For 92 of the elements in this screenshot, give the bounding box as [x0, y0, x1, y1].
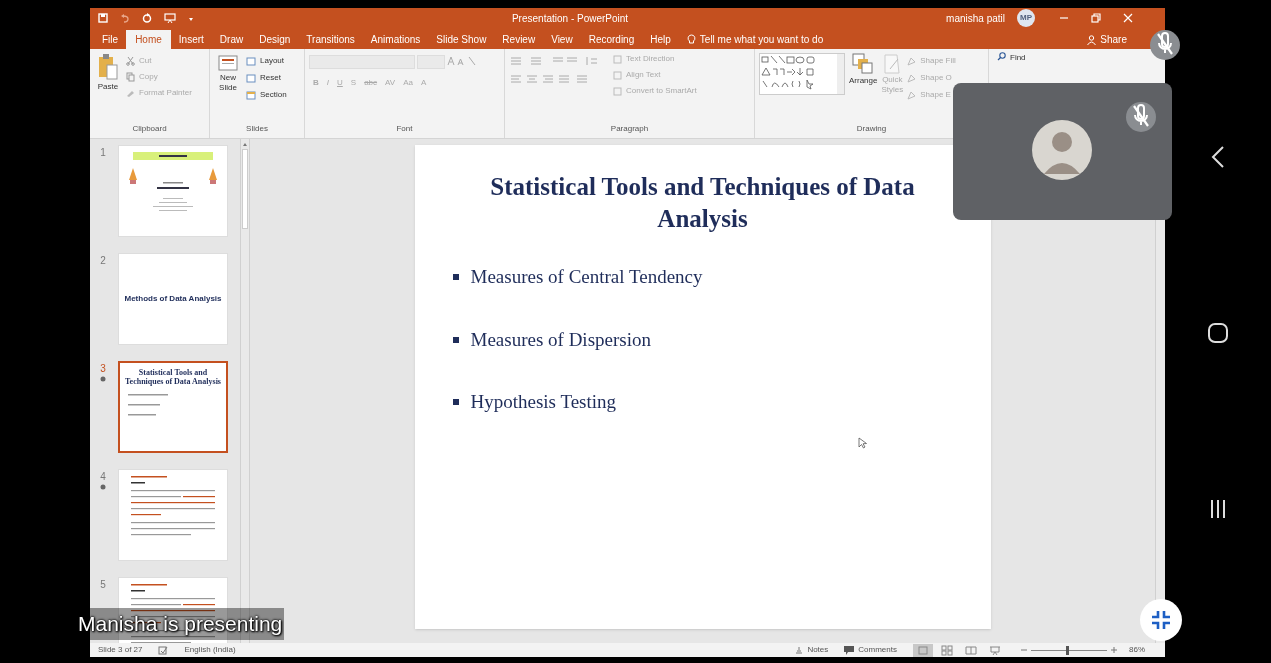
view-icon [989, 644, 1001, 656]
group-label: Font [395, 123, 414, 135]
zoom-in-icon[interactable] [1111, 647, 1117, 653]
group-label: Slides [245, 123, 269, 135]
arrange-icon[interactable] [852, 53, 875, 75]
restore-icon[interactable] [1091, 13, 1101, 23]
reset-icon [246, 73, 256, 83]
slide-number: 1 [100, 146, 106, 160]
presentation-icon[interactable] [164, 13, 176, 23]
thumbnail-title: Statistical Tools and Techniques of Data Analysis [124, 367, 222, 386]
avatar-silhouette-icon [1032, 118, 1092, 182]
font-size-icon [447, 55, 477, 67]
window-title: Presentation - PowerPoint [510, 11, 630, 26]
ribbon-tab[interactable]: Draw [211, 30, 252, 49]
save-icon[interactable] [98, 13, 108, 23]
ribbon-tab[interactable]: Design [251, 30, 299, 49]
tell-me-field[interactable]: Tell me what you want to do [699, 32, 824, 47]
copy-icon [126, 72, 135, 82]
ribbon-tab[interactable]: Slide Show [428, 30, 495, 49]
recent-apps-icon[interactable] [1209, 498, 1227, 521]
notes-button[interactable]: Notes [807, 644, 829, 656]
home-icon[interactable] [1207, 322, 1229, 345]
bullet-icon [452, 274, 459, 281]
find-button[interactable]: Find [1010, 52, 1026, 64]
brush-icon [126, 88, 135, 98]
bullet-lines-drawing [128, 394, 168, 416]
lightbulb-icon [686, 34, 696, 45]
ribbon-tab[interactable]: Recording [580, 30, 643, 49]
view-button[interactable] [913, 643, 933, 657]
slide-number: 5 [100, 578, 106, 592]
paste-button[interactable]: Paste [97, 81, 119, 93]
group-label: Clipboard [131, 123, 168, 135]
zoom-level: 86% [1128, 644, 1145, 656]
view-icon [965, 644, 977, 656]
slide-number: 2 [100, 254, 106, 268]
thumbnail-title: Methods of Data Analysis [124, 293, 222, 305]
bullet-text: Measures of Central Tendency [470, 265, 703, 289]
cursor-icon [857, 436, 868, 449]
person-icon [1087, 34, 1097, 45]
slide-thumbnail[interactable]: Methods of Data Analysis [118, 253, 228, 345]
layout-icon [246, 56, 256, 66]
ribbon-tab[interactable]: Animations [362, 30, 429, 49]
ribbon-tab[interactable]: Review [494, 30, 544, 49]
comments-button[interactable]: Comments [858, 644, 897, 656]
new-slide-icon[interactable] [217, 53, 239, 73]
slide-number: 4 [100, 470, 106, 484]
ribbon-tab[interactable]: Transitions [298, 30, 363, 49]
zoom-out-icon[interactable] [1021, 647, 1027, 653]
list-buttons-icon [509, 56, 599, 66]
notes-icon [795, 646, 804, 654]
scrollbar-thumb[interactable] [242, 149, 248, 229]
view-icon [917, 644, 929, 656]
close-icon[interactable] [1123, 13, 1133, 23]
share-button[interactable]: Share [1100, 32, 1127, 47]
ribbon-tab[interactable]: Insert [170, 30, 212, 49]
scissors-icon [126, 56, 135, 66]
clipboard-icon[interactable] [97, 53, 119, 81]
user-avatar[interactable]: MP [1017, 9, 1035, 27]
user-name: manisha patil [946, 11, 1005, 26]
slide-title: Statistical Tools and Techniques of Data Analysis [489, 172, 916, 234]
section-icon [246, 90, 256, 100]
ribbon-tab[interactable]: Home [126, 30, 171, 49]
arrange-button[interactable]: Arrange [849, 75, 878, 87]
comment-icon [844, 645, 855, 655]
ribbon-tab[interactable]: Help [642, 30, 679, 49]
slides-button[interactable]: Layout [260, 55, 285, 67]
slide-thumbnail[interactable]: Statistical Tools and Techniques of Data Analysis [118, 361, 228, 453]
slides-button[interactable]: Reset [260, 72, 281, 84]
new-slide-button[interactable]: New Slide [219, 73, 237, 93]
scroll-up-icon[interactable] [242, 141, 248, 147]
shapes-gallery-icon[interactable] [759, 53, 845, 95]
view-icon [941, 644, 953, 656]
undo-icon[interactable] [120, 13, 130, 23]
slides-button[interactable]: Section [260, 89, 287, 101]
bullet-text: Measures of Dispersion [470, 327, 651, 352]
bullet-text: Hypothesis Testing [470, 390, 617, 414]
group-label: Paragraph [609, 123, 650, 135]
ribbon-tab[interactable]: File [94, 30, 127, 49]
exit-fullscreen-icon[interactable] [1139, 598, 1183, 642]
spellcheck-icon[interactable] [158, 645, 169, 655]
zoom-slider-thumb[interactable] [1066, 645, 1069, 655]
search-icon [997, 52, 1006, 61]
slide-counter: Slide 3 of 27 [98, 644, 143, 656]
bullet-icon [452, 399, 459, 406]
mic-off-icon[interactable] [1150, 30, 1180, 60]
back-icon[interactable] [1211, 144, 1225, 169]
ribbon-tab[interactable]: View [543, 30, 581, 49]
refresh-icon[interactable] [142, 13, 152, 23]
group-label: Drawing [855, 123, 888, 135]
bullet-icon [452, 336, 459, 343]
slide-number: 3 [100, 362, 106, 376]
language-button[interactable]: English (India) [184, 644, 236, 656]
